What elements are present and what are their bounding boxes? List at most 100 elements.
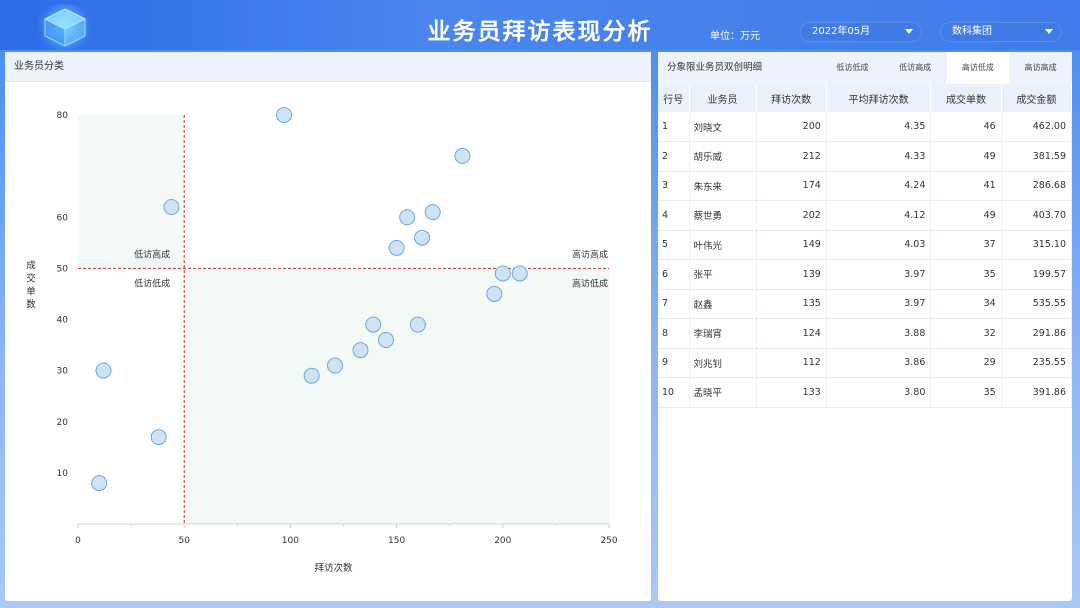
y-tick-label: 20 (57, 418, 69, 428)
chevron-down-icon (1045, 29, 1053, 34)
tab-quadrant-3[interactable]: 高访低成 (946, 52, 1010, 84)
table-row[interactable]: 7 赵鑫 135 3.97 34 535.55 (658, 289, 1073, 319)
table-cell: 刘晓文 (689, 112, 757, 142)
table-cell: 7 (658, 289, 690, 319)
quadrant-bottom-right-area (184, 268, 609, 524)
table-cell: 朱东来 (689, 171, 757, 201)
classification-panel-title: 业务员分类 (5, 52, 651, 82)
table-row[interactable]: 6 张平 139 3.97 35 199.57 (658, 259, 1073, 290)
table-cell: 刘兆钊 (689, 348, 757, 378)
table-cell: 124 (756, 318, 827, 349)
table-cell: 胡乐威 (689, 141, 757, 172)
table-cell: 37 (930, 230, 1002, 260)
table-cell: 235.55 (1001, 348, 1073, 378)
table-cell: 4 (658, 200, 690, 231)
scatter-point (388, 239, 405, 256)
scatter-point (276, 107, 293, 123)
table-cell: 49 (930, 141, 1002, 172)
x-tick-label: 50 (178, 536, 190, 546)
tab-quadrant-2[interactable]: 低访高成 (884, 52, 947, 84)
table-row[interactable]: 9 刘兆钊 112 3.86 29 235.55 (658, 348, 1073, 378)
table-cell: 149 (756, 230, 827, 260)
scatter-point (365, 316, 382, 333)
table-cell: 4.35 (826, 112, 932, 142)
table-cell: 112 (756, 348, 827, 378)
table-cell: 3 (658, 171, 690, 201)
table-cell: 381.59 (1001, 141, 1073, 172)
scatter-point (399, 209, 416, 226)
scatter-point (409, 316, 426, 333)
scatter-point (303, 367, 320, 384)
detail-panel-header: 分象限业务员双创明细 低访低成 低访高成 高访低成 高访高成 (658, 52, 1072, 84)
scatter-point (511, 265, 528, 282)
table-cell: 174 (756, 171, 827, 201)
table-body: 1 刘晓文 200 4.35 46 462.00 2 胡乐威 212 4.33 49 381.59 3 朱… (658, 112, 1073, 408)
x-tick-label: 200 (494, 536, 511, 546)
table-cell: 135 (756, 289, 827, 319)
table-cell: 3.86 (826, 348, 932, 378)
table-cell: 200 (756, 112, 827, 142)
table-cell: 291.86 (1001, 318, 1073, 349)
table-cell: 3.97 (826, 289, 932, 319)
company-select[interactable]: 数科集团 (940, 22, 1062, 42)
table-cell: 202 (756, 200, 827, 231)
quadrant-label-bottom-left: 低访低成 (134, 277, 170, 289)
quadrant-tabs: 低访低成 低访高成 高访低成 高访高成 (821, 52, 1072, 84)
table-cell: 535.55 (1001, 289, 1073, 319)
quadrant-label-top-right: 高访高成 (572, 248, 608, 260)
table-row[interactable]: 4 蔡世勇 202 4.12 49 403.70 (658, 200, 1073, 231)
table-cell: 4.24 (826, 171, 932, 201)
table-cell: 3.80 (826, 377, 932, 408)
table-row[interactable]: 8 李瑞宵 124 3.88 32 291.86 (658, 318, 1073, 349)
table-cell: 286.68 (1001, 171, 1073, 201)
column-header[interactable]: 平均拜访次数 (826, 84, 932, 112)
table-cell: 315.10 (1001, 230, 1073, 260)
y-tick-label: 80 (57, 111, 69, 121)
table-cell: 46 (930, 112, 1002, 142)
column-header[interactable]: 拜访次数 (756, 84, 827, 112)
month-select[interactable]: 2022年05月 (800, 22, 922, 42)
y-tick-label: 30 (57, 367, 69, 377)
scatter-point (352, 342, 369, 359)
table-cell: 403.70 (1001, 200, 1073, 231)
scatter-point (454, 147, 471, 164)
chevron-down-icon (905, 29, 913, 34)
table-cell: 49 (930, 200, 1002, 231)
column-header[interactable]: 成交金额 (1001, 84, 1073, 112)
table-row[interactable]: 3 朱东来 174 4.24 41 286.68 (658, 171, 1073, 201)
table-cell: 张平 (689, 259, 757, 290)
table-cell: 1 (658, 112, 690, 142)
table-row[interactable]: 1 刘晓文 200 4.35 46 462.00 (658, 112, 1073, 142)
table-row[interactable]: 2 胡乐威 212 4.33 49 381.59 (658, 141, 1073, 172)
table-cell: 4.12 (826, 200, 932, 231)
scatter-point (163, 199, 180, 216)
table-cell: 4.03 (826, 230, 932, 260)
y-tick-label: 60 (57, 213, 69, 223)
table-row[interactable]: 10 孟晓平 133 3.80 35 391.86 (658, 377, 1073, 408)
column-header[interactable]: 行号 (658, 84, 690, 112)
x-tick-label: 250 (600, 536, 617, 546)
column-header[interactable]: 业务员 (689, 84, 757, 112)
tab-quadrant-4[interactable]: 高访高成 (1009, 52, 1072, 84)
y-tick-label: 40 (57, 316, 69, 326)
x-tick-label: 150 (388, 536, 405, 546)
table-cell: 462.00 (1001, 112, 1073, 142)
classification-panel: 业务员分类 0 50 100 150 200 250 10 20 30 40 50 60 80 拜访次数 成… (5, 52, 651, 601)
tab-quadrant-1[interactable]: 低访低成 (821, 52, 884, 84)
table-cell: 3.97 (826, 259, 932, 290)
table-cell: 孟晓平 (689, 377, 757, 408)
table-cell: 391.86 (1001, 377, 1073, 408)
unit-label: 单位：万元 (710, 31, 760, 42)
table-cell: 赵鑫 (689, 289, 757, 319)
table-cell: 35 (930, 259, 1002, 290)
company-select-value: 数科集团 (952, 26, 992, 37)
table-cell: 32 (930, 318, 1002, 349)
table-cell: 2 (658, 141, 690, 172)
month-select-value: 2022年05月 (812, 26, 871, 37)
table-cell: 199.57 (1001, 259, 1073, 290)
x-tick-label: 0 (75, 536, 81, 546)
table-cell: 10 (658, 377, 690, 408)
table-row[interactable]: 5 叶伟光 149 4.03 37 315.10 (658, 230, 1073, 260)
scatter-point (150, 429, 167, 446)
column-header[interactable]: 成交单数 (930, 84, 1002, 112)
